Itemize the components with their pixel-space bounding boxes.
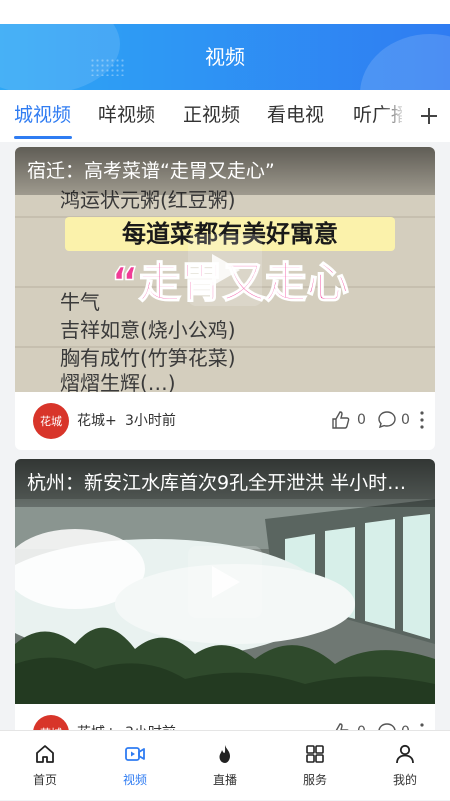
tab-zheng-video[interactable]: 正视频 [183, 90, 240, 142]
video-title[interactable]: 杭州：新安江水库首次9孔全开泄洪 半小时… [15, 459, 435, 507]
thumbs-up-icon [335, 723, 349, 730]
nav-profile[interactable]: 我的 [360, 731, 450, 801]
more-options-icon[interactable] [419, 410, 425, 430]
publish-time: 3小时前 [125, 722, 176, 730]
nav-live[interactable]: 直播 [180, 731, 270, 801]
video-title[interactable]: 宿迁：高考菜谱“走胃又走心” [15, 147, 435, 195]
nav-label: 服务 [302, 773, 327, 787]
comment-button[interactable]: 0 [377, 721, 410, 730]
tab-city-video[interactable]: 城视频 [14, 90, 71, 142]
tab-mie-video[interactable]: 咩视频 [98, 90, 155, 142]
like-button[interactable]: 0 [331, 721, 366, 730]
menu-line: 胸有成竹(竹笋花菜) [60, 346, 236, 370]
comment-button[interactable]: 0 [377, 409, 410, 431]
nav-label: 我的 [392, 773, 417, 787]
nav-services[interactable]: 服务 [270, 731, 360, 801]
bottom-navigation: 首页 视频 直播 服务 我的 [0, 730, 450, 800]
nav-home[interactable]: 首页 [0, 731, 90, 801]
tab-watch-tv[interactable]: 看电视 [267, 90, 324, 142]
like-button[interactable]: 0 [331, 409, 366, 431]
comment-count: 0 [401, 412, 410, 428]
video-card[interactable]: 杭州：新安江水库首次9孔全开泄洪 半小时… 花城 花城+ 3小时前 0 [15, 459, 435, 730]
video-meta: 花城 花城+ 3小时前 0 0 [15, 392, 435, 450]
thumbs-up-icon [332, 411, 350, 429]
home-icon [36, 745, 54, 763]
user-icon [396, 744, 414, 764]
video-icon [125, 747, 145, 761]
more-options-icon[interactable] [419, 722, 425, 730]
video-meta: 花城 花城+ 3小时前 0 0 [15, 704, 435, 730]
status-bar [0, 0, 450, 24]
page-header: 视频 [0, 24, 450, 90]
play-icon [212, 254, 240, 286]
source-avatar[interactable]: 花城 [33, 715, 69, 730]
play-icon [212, 566, 240, 598]
nav-video[interactable]: 视频 [90, 731, 180, 801]
menu-line: 熠熠生辉(…) [60, 371, 176, 392]
comment-icon [378, 411, 396, 429]
like-count: 0 [357, 412, 366, 428]
plus-icon [421, 108, 437, 124]
video-feed: 鸿运状元粥(红豆粥) 牛气 吉祥如意(烧小公鸡) 胸有成竹(竹笋花菜) 熠熠生辉… [0, 142, 450, 730]
comment-icon [378, 723, 396, 730]
menu-line: 吉祥如意(烧小公鸡) [60, 318, 236, 342]
source-avatar[interactable]: 花城 [33, 403, 69, 439]
page-title: 视频 [205, 45, 245, 69]
tabs-fade [380, 90, 410, 142]
active-tab-indicator [14, 136, 72, 139]
nav-label: 首页 [32, 773, 57, 787]
play-button[interactable] [188, 546, 262, 618]
nav-label: 直播 [212, 773, 237, 787]
channel-tabs: 城视频 咩视频 正视频 看电视 听广播 [0, 90, 450, 142]
video-thumbnail[interactable]: 杭州：新安江水库首次9孔全开泄洪 半小时… [15, 459, 435, 704]
video-card[interactable]: 鸿运状元粥(红豆粥) 牛气 吉祥如意(烧小公鸡) 胸有成竹(竹笋花菜) 熠熠生辉… [15, 147, 435, 450]
play-button[interactable] [188, 234, 262, 306]
add-channel-button[interactable] [408, 90, 450, 142]
grid-icon [306, 745, 324, 763]
publish-time: 3小时前 [125, 413, 176, 429]
video-thumbnail[interactable]: 鸿运状元粥(红豆粥) 牛气 吉祥如意(烧小公鸡) 胸有成竹(竹笋花菜) 熠熠生辉… [15, 147, 435, 392]
source-name[interactable]: 花城+ [77, 722, 117, 730]
source-name[interactable]: 花城+ [77, 410, 117, 430]
nav-label: 视频 [122, 773, 147, 787]
flame-icon [219, 745, 230, 763]
menu-line: 牛气 [60, 290, 100, 314]
